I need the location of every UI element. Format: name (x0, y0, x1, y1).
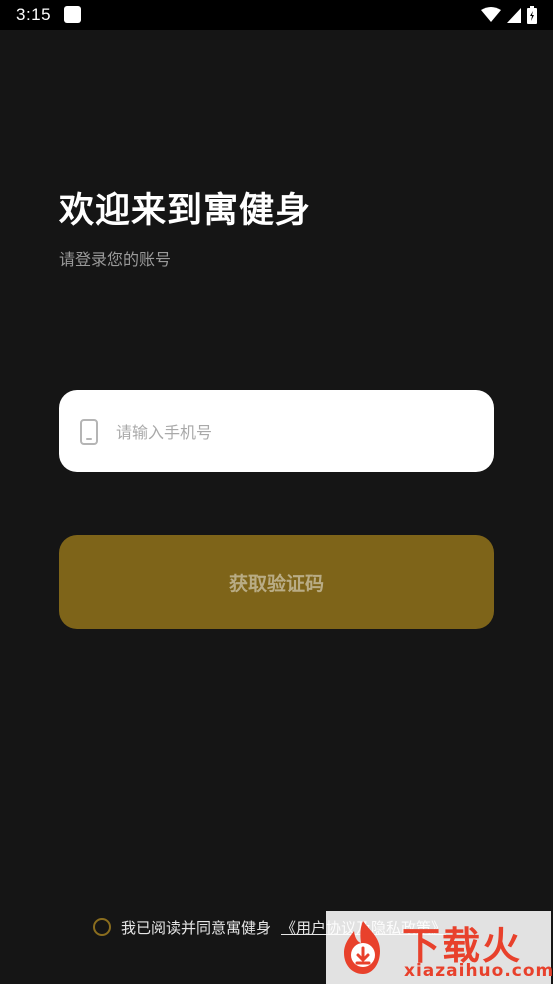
wifi-icon (481, 7, 501, 22)
status-icons (481, 6, 537, 24)
agreement-text: 我已阅读并同意寓健身 (121, 918, 272, 937)
watermark: 下载火 xiazaihuo.com (326, 911, 553, 984)
watermark-domain: xiazaihuo.com (404, 961, 553, 981)
signal-icon (507, 7, 521, 23)
status-bar: 3:15 (0, 0, 553, 30)
status-time: 3:15 (16, 5, 52, 24)
welcome-subtitle: 请登录您的账号 (59, 250, 172, 269)
agree-radio[interactable] (93, 918, 111, 936)
get-code-button[interactable]: 获取验证码 (59, 535, 494, 629)
fire-logo-icon (344, 921, 380, 974)
phone-icon (80, 419, 98, 445)
phone-input[interactable] (114, 412, 478, 452)
welcome-title: 欢迎来到寓健身 (59, 191, 312, 231)
battery-icon (527, 6, 537, 24)
phone-field[interactable] (59, 390, 494, 472)
app-notification-icon (64, 6, 81, 23)
